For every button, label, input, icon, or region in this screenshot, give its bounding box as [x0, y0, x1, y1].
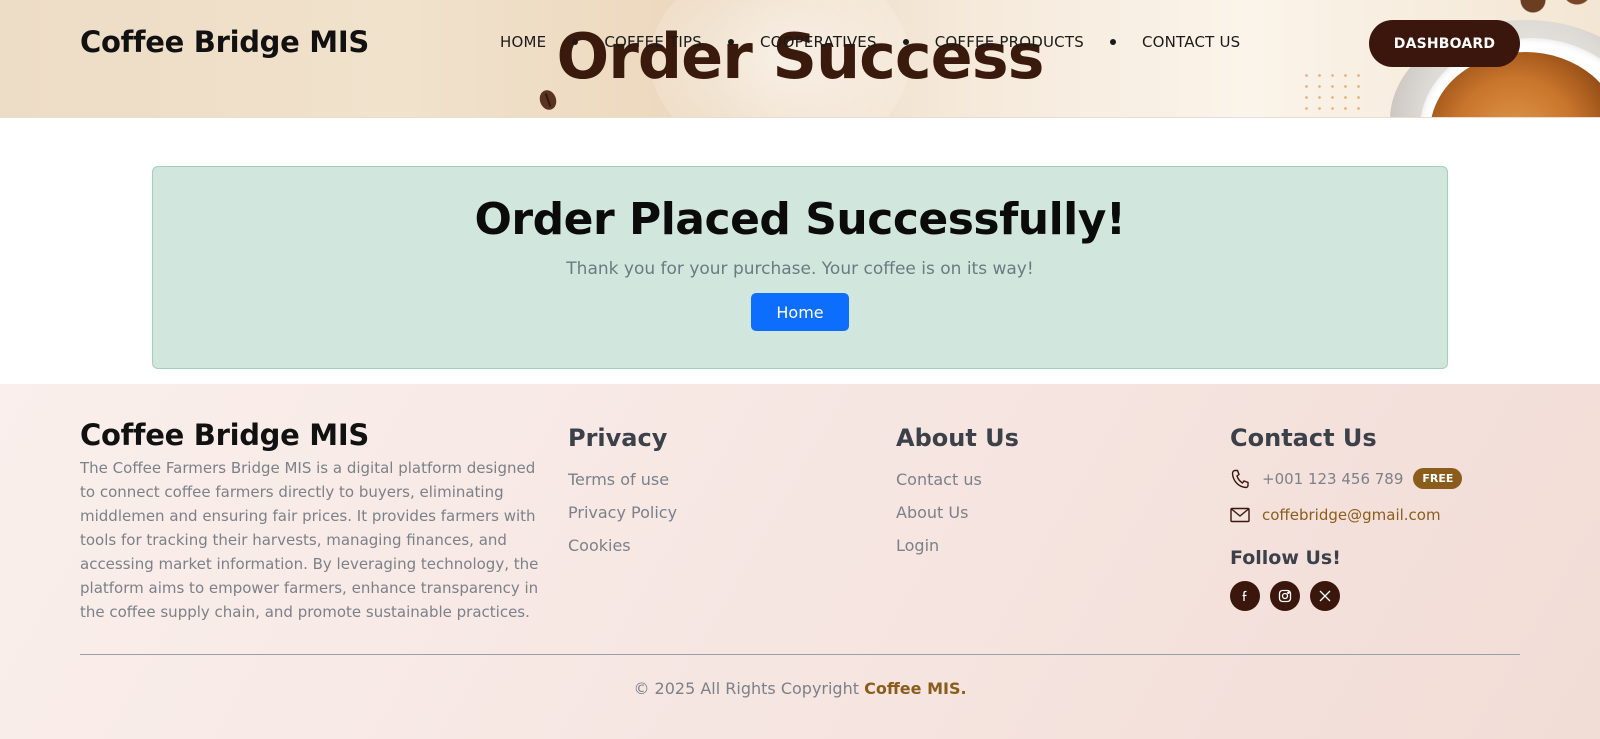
privacy-heading: Privacy — [568, 424, 668, 452]
follow-us-heading: Follow Us! — [1230, 547, 1341, 569]
instagram-icon[interactable] — [1270, 581, 1300, 611]
nav-separator-dot — [572, 39, 579, 45]
order-success-alert: Order Placed Successfully! Thank you for… — [152, 166, 1448, 369]
phone-icon — [1230, 469, 1250, 489]
footer-privacy-column: Privacy Terms of use Privacy Policy Cook… — [568, 418, 677, 555]
nav-home[interactable]: HOME — [500, 33, 546, 51]
hero-header: Order Success Coffee Bridge MIS HOME COF… — [0, 0, 1600, 118]
terms-of-use-link[interactable]: Terms of use — [568, 470, 677, 489]
nav-separator-dot — [727, 39, 734, 45]
success-message: Thank you for your purchase. Your coffee… — [566, 259, 1034, 279]
about-us-heading: About Us — [896, 424, 1019, 452]
cookies-link[interactable]: Cookies — [568, 536, 677, 555]
footer-description: The Coffee Farmers Bridge MIS is a digit… — [80, 459, 539, 621]
copyright: © 2025 All Rights Copyright Coffee MIS. — [0, 679, 1600, 698]
nav-contact-us[interactable]: CONTACT US — [1142, 33, 1240, 51]
about-us-link[interactable]: About Us — [896, 503, 1019, 522]
facebook-icon[interactable] — [1230, 581, 1260, 611]
footer-about-us-column: About Us Contact us About Us Login — [896, 418, 1019, 555]
copyright-brand: Coffee MIS. — [864, 679, 967, 698]
phone-row: +001 123 456 789 FREE — [1230, 468, 1463, 489]
main-nav: HOME COFFEE TIPS COOPERATIVES COFFEE PRO… — [500, 33, 1240, 51]
social-links — [1230, 581, 1462, 611]
email-icon — [1230, 505, 1250, 525]
nav-coffee-tips[interactable]: COFFEE TIPS — [604, 33, 702, 51]
footer-about-column: Coffee Bridge MIS The Coffee Farmers Bri… — [80, 418, 545, 624]
dashboard-button[interactable]: DASHBOARD — [1369, 20, 1520, 67]
footer-divider — [80, 654, 1520, 655]
contact-us-link[interactable]: Contact us — [896, 470, 1019, 489]
nav-cooperatives[interactable]: COOPERATIVES — [760, 33, 877, 51]
email-link[interactable]: coffebridge@gmail.com — [1262, 506, 1441, 524]
login-link[interactable]: Login — [896, 536, 1019, 555]
privacy-policy-link[interactable]: Privacy Policy — [568, 503, 677, 522]
home-button[interactable]: Home — [751, 293, 849, 331]
nav-coffee-products[interactable]: COFFEE PRODUCTS — [935, 33, 1084, 51]
email-row: coffebridge@gmail.com — [1230, 505, 1462, 525]
success-heading: Order Placed Successfully! — [474, 194, 1127, 245]
footer-contact-column: Contact Us +001 123 456 789 FREE coffebr… — [1230, 418, 1463, 611]
site-footer: Coffee Bridge MIS The Coffee Farmers Bri… — [0, 384, 1600, 739]
footer-brand: Coffee Bridge MIS — [80, 418, 369, 452]
brand-logo[interactable]: Coffee Bridge MIS — [80, 25, 369, 59]
copyright-text: © 2025 All Rights Copyright — [633, 679, 859, 698]
contact-us-heading: Contact Us — [1230, 424, 1377, 452]
nav-separator-dot — [902, 39, 909, 45]
free-badge: FREE — [1413, 468, 1463, 489]
phone-number: +001 123 456 789 — [1262, 469, 1404, 488]
x-twitter-icon[interactable] — [1310, 581, 1340, 611]
nav-separator-dot — [1109, 39, 1116, 45]
